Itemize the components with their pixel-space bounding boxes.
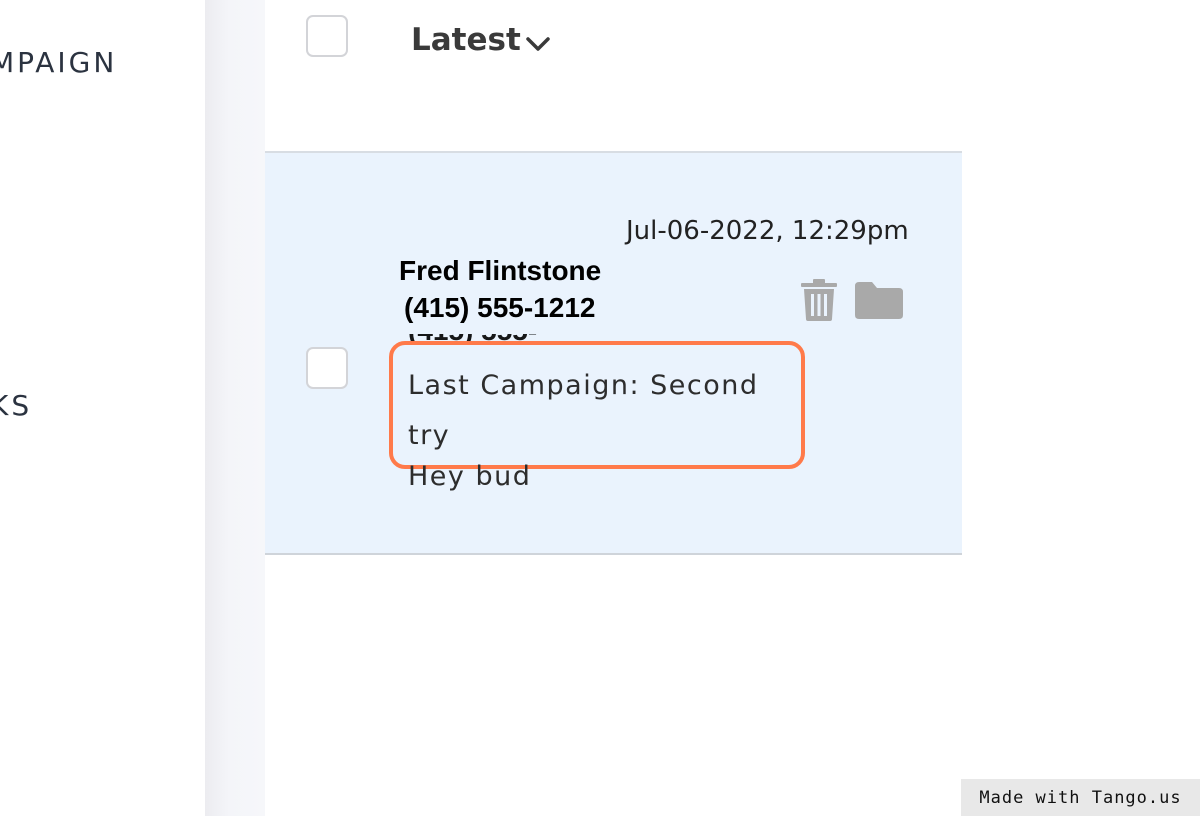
select-all-checkbox[interactable] (306, 15, 348, 57)
sidebar-divider (205, 0, 265, 816)
sidebar: MPAIGN KS (0, 0, 205, 816)
message-preview: Hey bud (408, 461, 532, 492)
sort-dropdown[interactable]: Latest (411, 22, 521, 58)
tango-watermark: Made with Tango.us (961, 779, 1200, 816)
contact-phone: (415) 555-1212 (404, 292, 596, 323)
folder-icon[interactable] (855, 282, 903, 319)
trash-icon[interactable] (800, 279, 838, 321)
row-checkbox[interactable] (306, 347, 348, 389)
sidebar-item-tasks[interactable]: KS (0, 389, 32, 422)
highlight-annotation (389, 341, 805, 469)
contact-name: Fred Flintstone (399, 255, 602, 286)
chevron-down-icon[interactable] (525, 35, 551, 53)
timestamp: Jul-06-2022, 12:29pm (626, 216, 909, 246)
sidebar-item-campaign[interactable]: MPAIGN (0, 46, 117, 79)
